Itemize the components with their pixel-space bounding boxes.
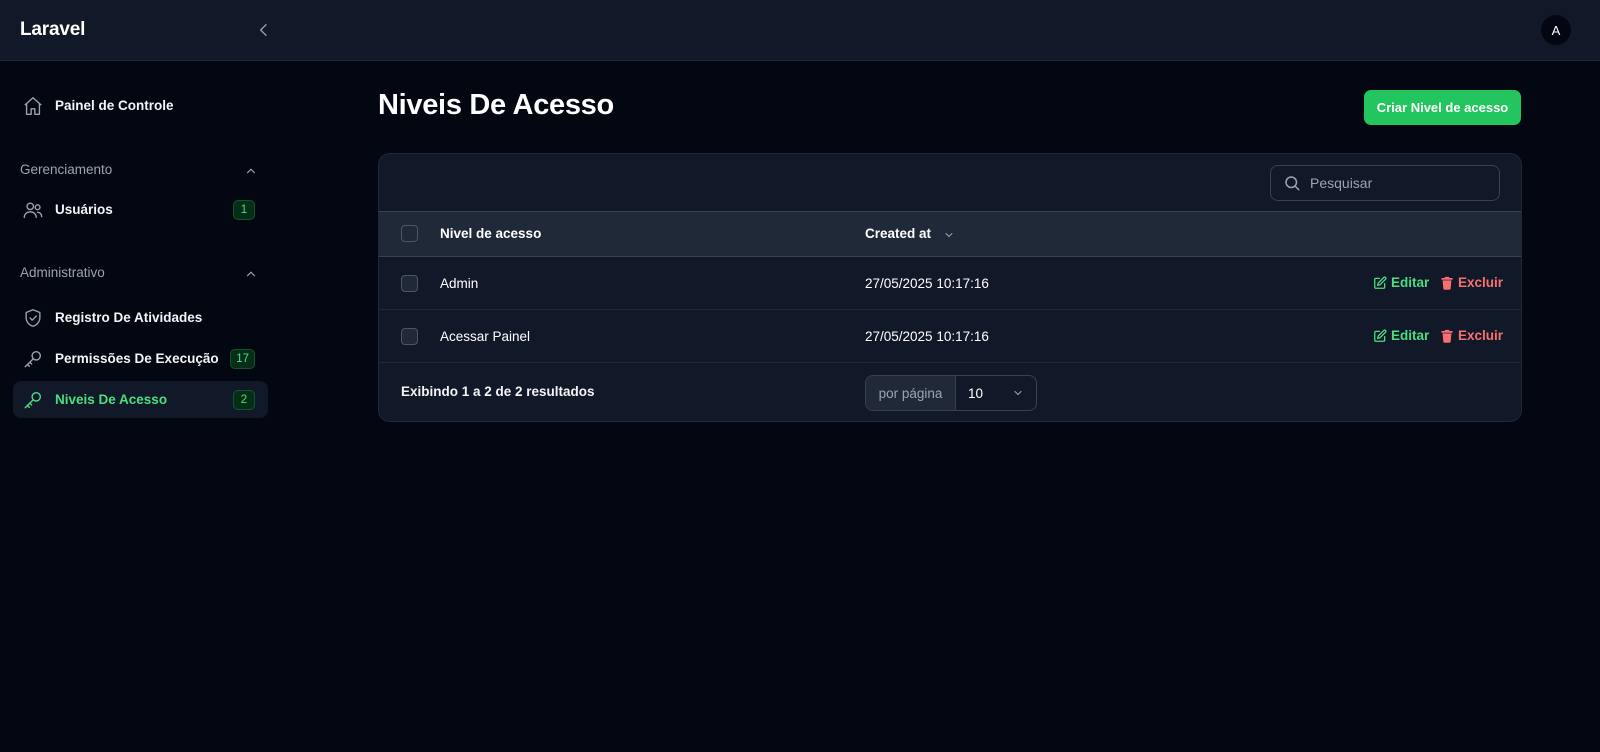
home-icon: [22, 95, 44, 117]
per-page-value: 10: [968, 385, 984, 401]
search-input[interactable]: [1310, 175, 1490, 191]
per-page-select[interactable]: 10: [956, 376, 1036, 410]
users-icon: [22, 199, 44, 221]
sidebar-item-access-levels[interactable]: Niveis De Acesso 2: [13, 381, 268, 418]
trash-icon: [1441, 276, 1453, 290]
chevron-left-icon: [260, 24, 267, 36]
sidebar-item-users[interactable]: Usuários 1: [13, 191, 268, 228]
brand-logo[interactable]: Laravel: [20, 19, 85, 41]
search-icon: [1285, 176, 1300, 191]
create-access-level-button[interactable]: Criar Nivel de acesso: [1364, 90, 1521, 125]
chevron-up-icon[interactable]: [244, 164, 258, 178]
sidebar-item-label: Permissões De Execução: [55, 351, 219, 366]
edit-icon: [1374, 328, 1387, 342]
edit-label: Editar: [1391, 328, 1430, 343]
chevron-down-icon: [1014, 390, 1022, 396]
group-title-gerenciamento: Gerenciamento: [20, 162, 113, 177]
sidebar-item-permissions[interactable]: Permissões De Execução 17: [13, 340, 268, 377]
trash-icon: [1441, 329, 1453, 343]
table-row: Admin 27/05/2025 10:17:16 Editar Excluir: [379, 257, 1521, 310]
delete-label: Excluir: [1458, 328, 1504, 343]
select-all-checkbox[interactable]: [401, 225, 418, 242]
sidebar-item-label: Painel de Controle: [55, 98, 174, 113]
count-badge: 1: [233, 199, 255, 220]
sidebar-item-label: Registro De Atividades: [55, 310, 203, 325]
edit-button[interactable]: Editar: [1373, 328, 1429, 343]
cell-name: Acessar Painel: [440, 329, 531, 344]
chevron-down-icon[interactable]: [943, 229, 955, 241]
top-bar: Laravel A: [0, 0, 1600, 61]
sidebar-item-label: Usuários: [55, 202, 113, 217]
key-icon: [22, 348, 44, 370]
pagination-summary: Exibindo 1 a 2 de 2 resultados: [401, 384, 595, 399]
edit-button[interactable]: Editar: [1373, 275, 1429, 290]
table-row: Acessar Painel 27/05/2025 10:17:16 Edita…: [379, 310, 1521, 363]
row-checkbox[interactable]: [401, 328, 418, 345]
row-checkbox[interactable]: [401, 275, 418, 292]
count-badge: 2: [233, 389, 255, 410]
sidebar-item-activity-log[interactable]: Registro De Atividades: [13, 299, 268, 336]
column-header-created[interactable]: Created at: [865, 226, 931, 241]
delete-label: Excluir: [1458, 275, 1504, 290]
sidebar-item-label: Niveis De Acesso: [55, 392, 168, 407]
cell-name: Admin: [440, 276, 479, 291]
cell-created: 27/05/2025 10:17:16: [865, 329, 989, 344]
key-icon: [22, 389, 44, 411]
sidebar-item-dashboard[interactable]: Painel de Controle: [13, 87, 268, 124]
table-card: Nivel de acesso Created at Admin 27/05/2…: [378, 153, 1522, 422]
group-title-administrativo: Administrativo: [20, 265, 105, 280]
table-header: Nivel de acesso Created at: [379, 211, 1521, 257]
page-title: Niveis De Acesso: [378, 89, 614, 121]
edit-label: Editar: [1391, 275, 1430, 290]
column-header-name: Nivel de acesso: [440, 226, 542, 241]
collapse-sidebar-button[interactable]: [252, 18, 276, 42]
per-page-control: por página 10: [865, 375, 1037, 411]
cell-created: 27/05/2025 10:17:16: [865, 276, 989, 291]
user-avatar[interactable]: A: [1541, 15, 1571, 45]
chevron-up-icon[interactable]: [244, 267, 258, 281]
delete-button[interactable]: Excluir: [1440, 275, 1503, 290]
count-badge: 17: [230, 348, 255, 369]
delete-button[interactable]: Excluir: [1440, 328, 1503, 343]
search-field[interactable]: [1270, 165, 1500, 201]
edit-icon: [1374, 275, 1387, 289]
shield-check-icon: [22, 307, 44, 329]
per-page-label: por página: [866, 376, 956, 410]
